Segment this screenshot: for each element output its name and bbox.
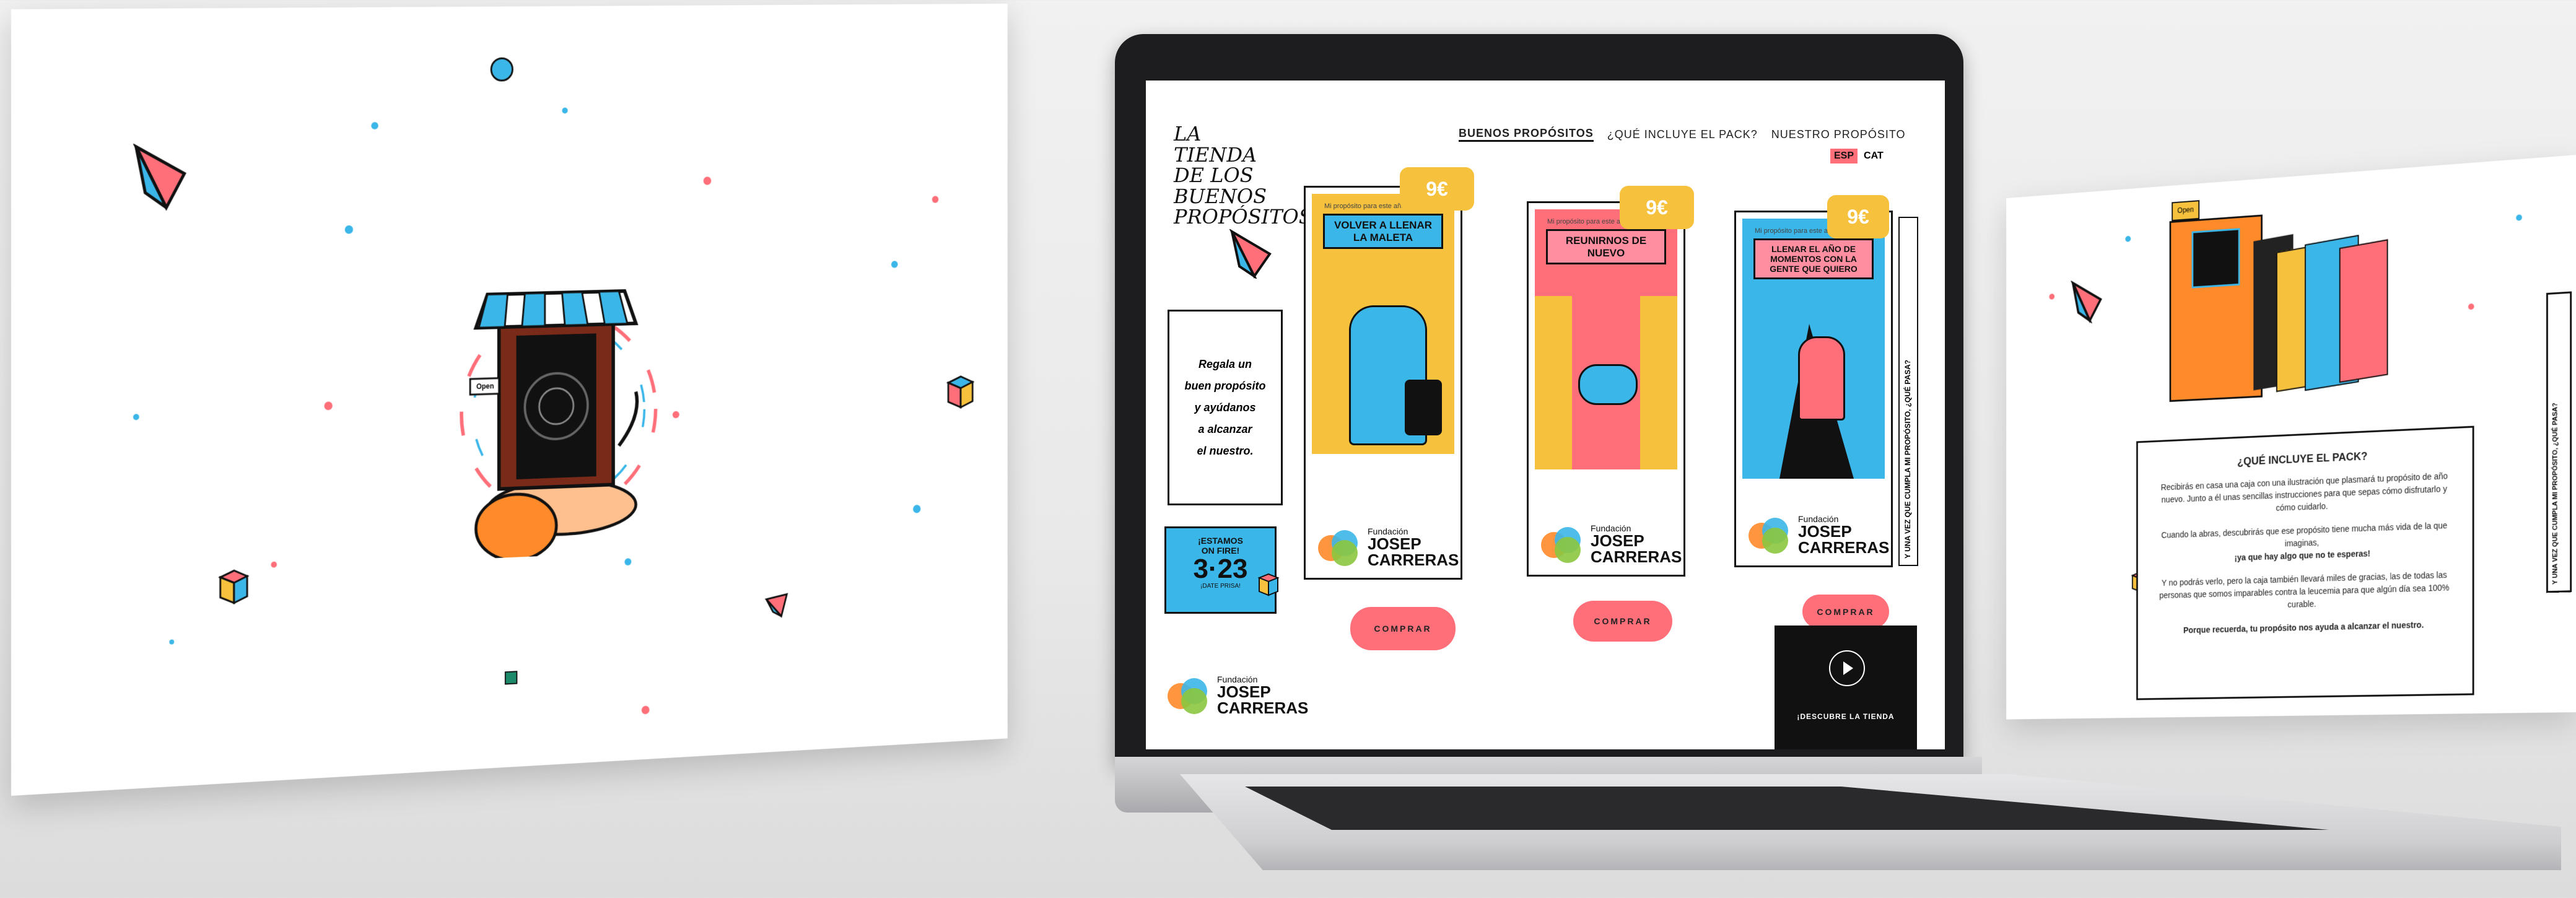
card-title: REUNIRNOS DE NUEVO [1546,229,1666,265]
pack-card [2339,239,2388,383]
on-fire-badge: ¡ESTAMOS ON FIRE! 3·23 ¡DATE PRISA! [1164,526,1277,614]
lang-cat[interactable]: CAT [1862,149,1885,163]
fund-line: CARRERAS [1217,699,1309,717]
pack-paragraph: Recibirás en casa una caja con una ilust… [2160,471,2448,513]
main-nav: BUENOS PROPÓSITOS ¿QUÉ INCLUYE EL PACK? … [1459,127,1906,142]
laptop-screen: LA TIENDA DE LOS BUENOS PROPÓSITOS BUENO… [1146,81,1945,749]
fund-line: CARRERAS [1798,538,1890,557]
confetti-dot [562,107,568,114]
confetti-dot [344,225,353,234]
buy-button[interactable]: COMPRAR [1573,601,1672,642]
triangle-prism-icon [765,592,790,620]
confetti-dot [913,504,921,513]
side-tab[interactable]: Y UNA VEZ QUE CUMPLA MI PROPÓSITO, ¿QUÉ … [2546,291,2572,593]
card-price: 9€ [1620,186,1694,229]
fund-line: JOSEP [1798,522,1852,541]
confetti-dot [2049,294,2055,300]
shop-open-sign: Open [2172,200,2200,221]
card-illustration: Mi propósito para este año es... VOLVER … [1312,194,1454,454]
side-tab-label: Y UNA VEZ QUE CUMPLA MI PROPÓSITO, ¿QUÉ … [2551,402,2559,585]
card-title: LLENAR EL AÑO DE MOMENTOS CON LA GENTE Q… [1753,238,1874,280]
left-screen: Open [11,3,1008,796]
confetti-dot [2516,214,2522,221]
product-card[interactable]: Mi propósito para este año es... LLENAR … [1734,211,1893,567]
product-card[interactable]: Mi propósito para este año es... REUNIRN… [1527,201,1685,577]
play-icon[interactable] [1829,650,1865,686]
intro-box: Regala un buen propósito y ayúdanos a al… [1168,310,1283,505]
triangle-prism-icon [133,143,188,211]
fund-line: CARRERAS [1368,551,1459,569]
confetti-dot [324,401,333,411]
confetti-dot [490,57,513,82]
confetti-dot [672,411,679,419]
language-switch: ESP CAT [1830,149,1885,163]
flying-figure [1798,336,1845,421]
confetti-dot [2468,303,2474,310]
card-price: 9€ [1827,195,1889,238]
cube-icon [217,569,250,606]
buy-button[interactable]: COMPRAR [1802,595,1889,629]
pack-paragraph: Y no podrás verlo, pero la caja también … [2159,570,2450,609]
confetti-dot [371,122,378,129]
video-teaser[interactable]: ¡DESCUBRE LA TIENDA [1775,626,1917,749]
confetti-dot [703,177,712,185]
confetti-dot [624,558,632,566]
triangle-prism-icon [1229,229,1272,279]
confetti-dot [891,261,898,268]
pack-product-image: Open [2169,181,2388,410]
pack-description-panel: ¿QUÉ INCLUYE EL PACK? Recibirás en casa … [2136,425,2474,700]
confetti-square [504,671,518,685]
confetti-dot [271,561,277,568]
badge-line: ¡ESTAMOS [1198,536,1243,546]
card-title: VOLVER A LLENAR LA MALETA [1323,214,1443,250]
confetti-dot [932,196,939,203]
fund-line: JOSEP [1591,531,1644,550]
nav-buenos-propositos[interactable]: BUENOS PROPÓSITOS [1459,127,1594,142]
confetti-dot [169,639,175,645]
intro-line: buen propósito [1184,379,1266,392]
video-label: ¡DESCUBRE LA TIENDA [1797,712,1895,721]
product-card[interactable]: Mi propósito para este año es... VOLVER … [1304,186,1462,580]
footer-fundacion-logo: Fundación JOSEP CARRERAS [1168,675,1308,716]
pack-heading: ¿QUÉ INCLUYE EL PACK? [2237,450,2368,468]
buy-button[interactable]: COMPRAR [1350,607,1456,650]
confetti-dot [641,705,650,715]
shop-door-illustration: Open [453,266,670,560]
card-illustration: Mi propósito para este año es... REUNIRN… [1535,209,1677,469]
fund-line: CARRERAS [1591,547,1682,566]
intro-line: Regala un [1198,357,1252,370]
confetti-dot [133,414,139,421]
card-price: 9€ [1400,167,1474,211]
right-screen: Open ¿QUÉ INCLUYE EL PACK? Recibirás en … [2006,155,2576,720]
shop-open-sign: Open [476,381,494,391]
lang-esp[interactable]: ESP [1830,149,1858,163]
triangle-prism-icon [2071,279,2103,325]
embrace-hands [1578,364,1638,405]
building-right [1640,296,1677,469]
fundacion-logo: Fundación JOSEP CARRERAS [1749,515,1889,556]
side-tab-label: Y UNA VEZ QUE CUMPLA MI PROPÓSITO, ¿QUÉ … [1903,359,1912,559]
pack-closing: Porque recuerda, tu propósito nos ayuda … [2183,619,2424,635]
intro-line: a alcanzar [1198,422,1252,435]
suitcase-icon [1405,380,1442,435]
nav-nuestro-proposito[interactable]: NUESTRO PROPÓSITO [1771,128,1906,141]
site-logo[interactable]: LA TIENDA DE LOS BUENOS PROPÓSITOS [1174,123,1312,228]
fundacion-logo: Fundación JOSEP CARRERAS [1318,527,1459,568]
nav-que-incluye[interactable]: ¿QUÉ INCLUYE EL PACK? [1607,128,1758,141]
confetti-dot [2125,235,2131,242]
intro-line: el nuestro. [1197,444,1254,457]
cube-icon [946,375,976,411]
card-illustration: Mi propósito para este año es... LLENAR … [1742,219,1885,479]
fund-line: JOSEP [1217,682,1271,701]
fund-line: JOSEP [1368,534,1421,553]
cube-icon [1257,573,1280,596]
intro-line: y ayúdanos [1194,401,1256,414]
shop-door-icon [453,266,670,560]
shop-door-icon [2191,228,2240,289]
side-tab[interactable]: Y UNA VEZ QUE CUMPLA MI PROPÓSITO, ¿QUÉ … [1898,217,1918,566]
building-left [1535,296,1572,469]
fundacion-logo: Fundación JOSEP CARRERAS [1541,524,1682,565]
